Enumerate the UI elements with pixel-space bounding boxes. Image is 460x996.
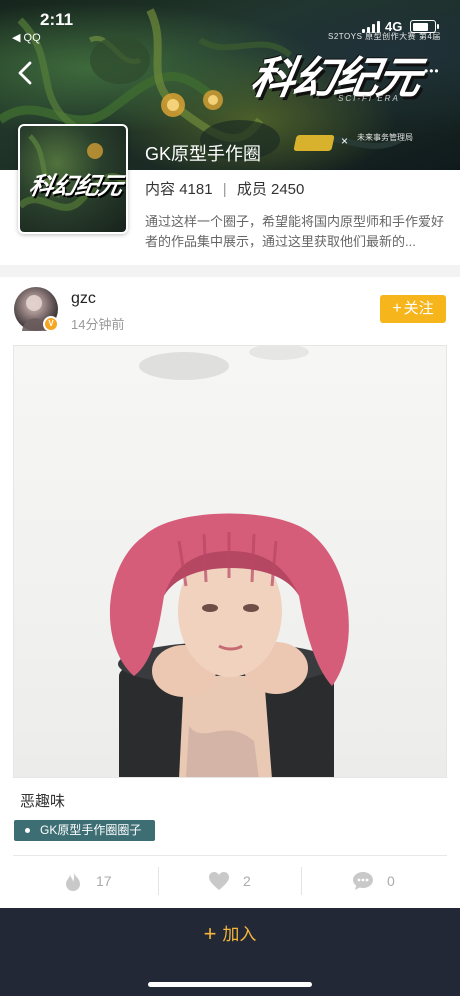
content-count: 4181 xyxy=(179,181,213,198)
follow-button[interactable]: + 关注 xyxy=(380,295,446,323)
join-circle-button[interactable]: + 加入 xyxy=(0,908,460,960)
post-actions: 17 2 0 xyxy=(0,864,460,900)
partner-logo xyxy=(293,135,335,151)
fire-icon xyxy=(66,871,80,891)
plus-icon: + xyxy=(203,921,217,946)
join-label: 加入 xyxy=(222,925,257,944)
stats-separator: | xyxy=(222,181,227,198)
tag-dot-icon xyxy=(25,828,30,833)
banner-sponsor-text: S2TOYS 原型创作大赛 第4届 xyxy=(328,32,441,41)
fire-count: 17 xyxy=(96,873,112,889)
home-indicator[interactable] xyxy=(148,982,312,987)
circle-avatar: 科幻纪元 xyxy=(18,124,128,234)
member-label: 成员 xyxy=(236,181,267,198)
bottom-bar: + 加入 xyxy=(0,908,460,996)
heart-count: 2 xyxy=(243,873,251,889)
return-to-app-link[interactable]: ◀ QQ xyxy=(12,31,41,44)
partner-cross: × xyxy=(341,134,349,148)
post-text[interactable]: 恶趣味 xyxy=(20,790,65,811)
comment-button[interactable]: 0 xyxy=(304,864,444,898)
back-button[interactable] xyxy=(14,58,44,88)
verified-badge-icon: V xyxy=(43,316,59,332)
circle-tag[interactable]: GK原型手作圈圈子 xyxy=(14,820,156,841)
post-time: 14分钟前 xyxy=(71,317,125,332)
status-time: 2:11 xyxy=(40,10,74,29)
fire-like-button[interactable]: 17 xyxy=(10,864,150,898)
section-divider xyxy=(0,265,460,277)
chevron-left-icon xyxy=(18,61,32,85)
member-count: 2450 xyxy=(271,181,305,198)
content-label: 内容 xyxy=(145,181,176,198)
circle-stats: 内容 4181 | 成员 2450 xyxy=(145,178,304,199)
action-separator xyxy=(158,867,159,895)
battery-level xyxy=(412,22,428,31)
circle-description[interactable]: 通过这样一个圈子，希望能将国内原型师和手作爱好者的作品集中展示，通过这里获取他们… xyxy=(145,212,445,252)
circle-avatar-logo: 科幻纪元 xyxy=(27,173,124,200)
figure-bust-photo xyxy=(109,346,349,777)
banner-partners: × 未来事务管理局 xyxy=(293,133,415,155)
heart-button[interactable]: 2 xyxy=(160,864,300,898)
comment-icon xyxy=(353,872,373,890)
action-separator xyxy=(301,867,302,895)
plus-icon: + xyxy=(392,300,402,317)
banner-logo-subtitle: SCI-FI ERA xyxy=(338,94,400,103)
circle-title: GK原型手作圈 xyxy=(145,144,262,164)
post-divider xyxy=(13,855,447,856)
heart-icon xyxy=(209,872,229,890)
follow-label: 关注 xyxy=(403,300,434,317)
post-image[interactable] xyxy=(13,345,447,778)
comment-count: 0 xyxy=(387,873,395,889)
circle-tag-label: GK原型手作圈圈子 xyxy=(40,823,142,837)
partner-name: 未来事务管理局 xyxy=(357,133,413,142)
more-icon[interactable]: ••• xyxy=(424,64,440,78)
post-username[interactable]: gzc xyxy=(71,290,96,308)
